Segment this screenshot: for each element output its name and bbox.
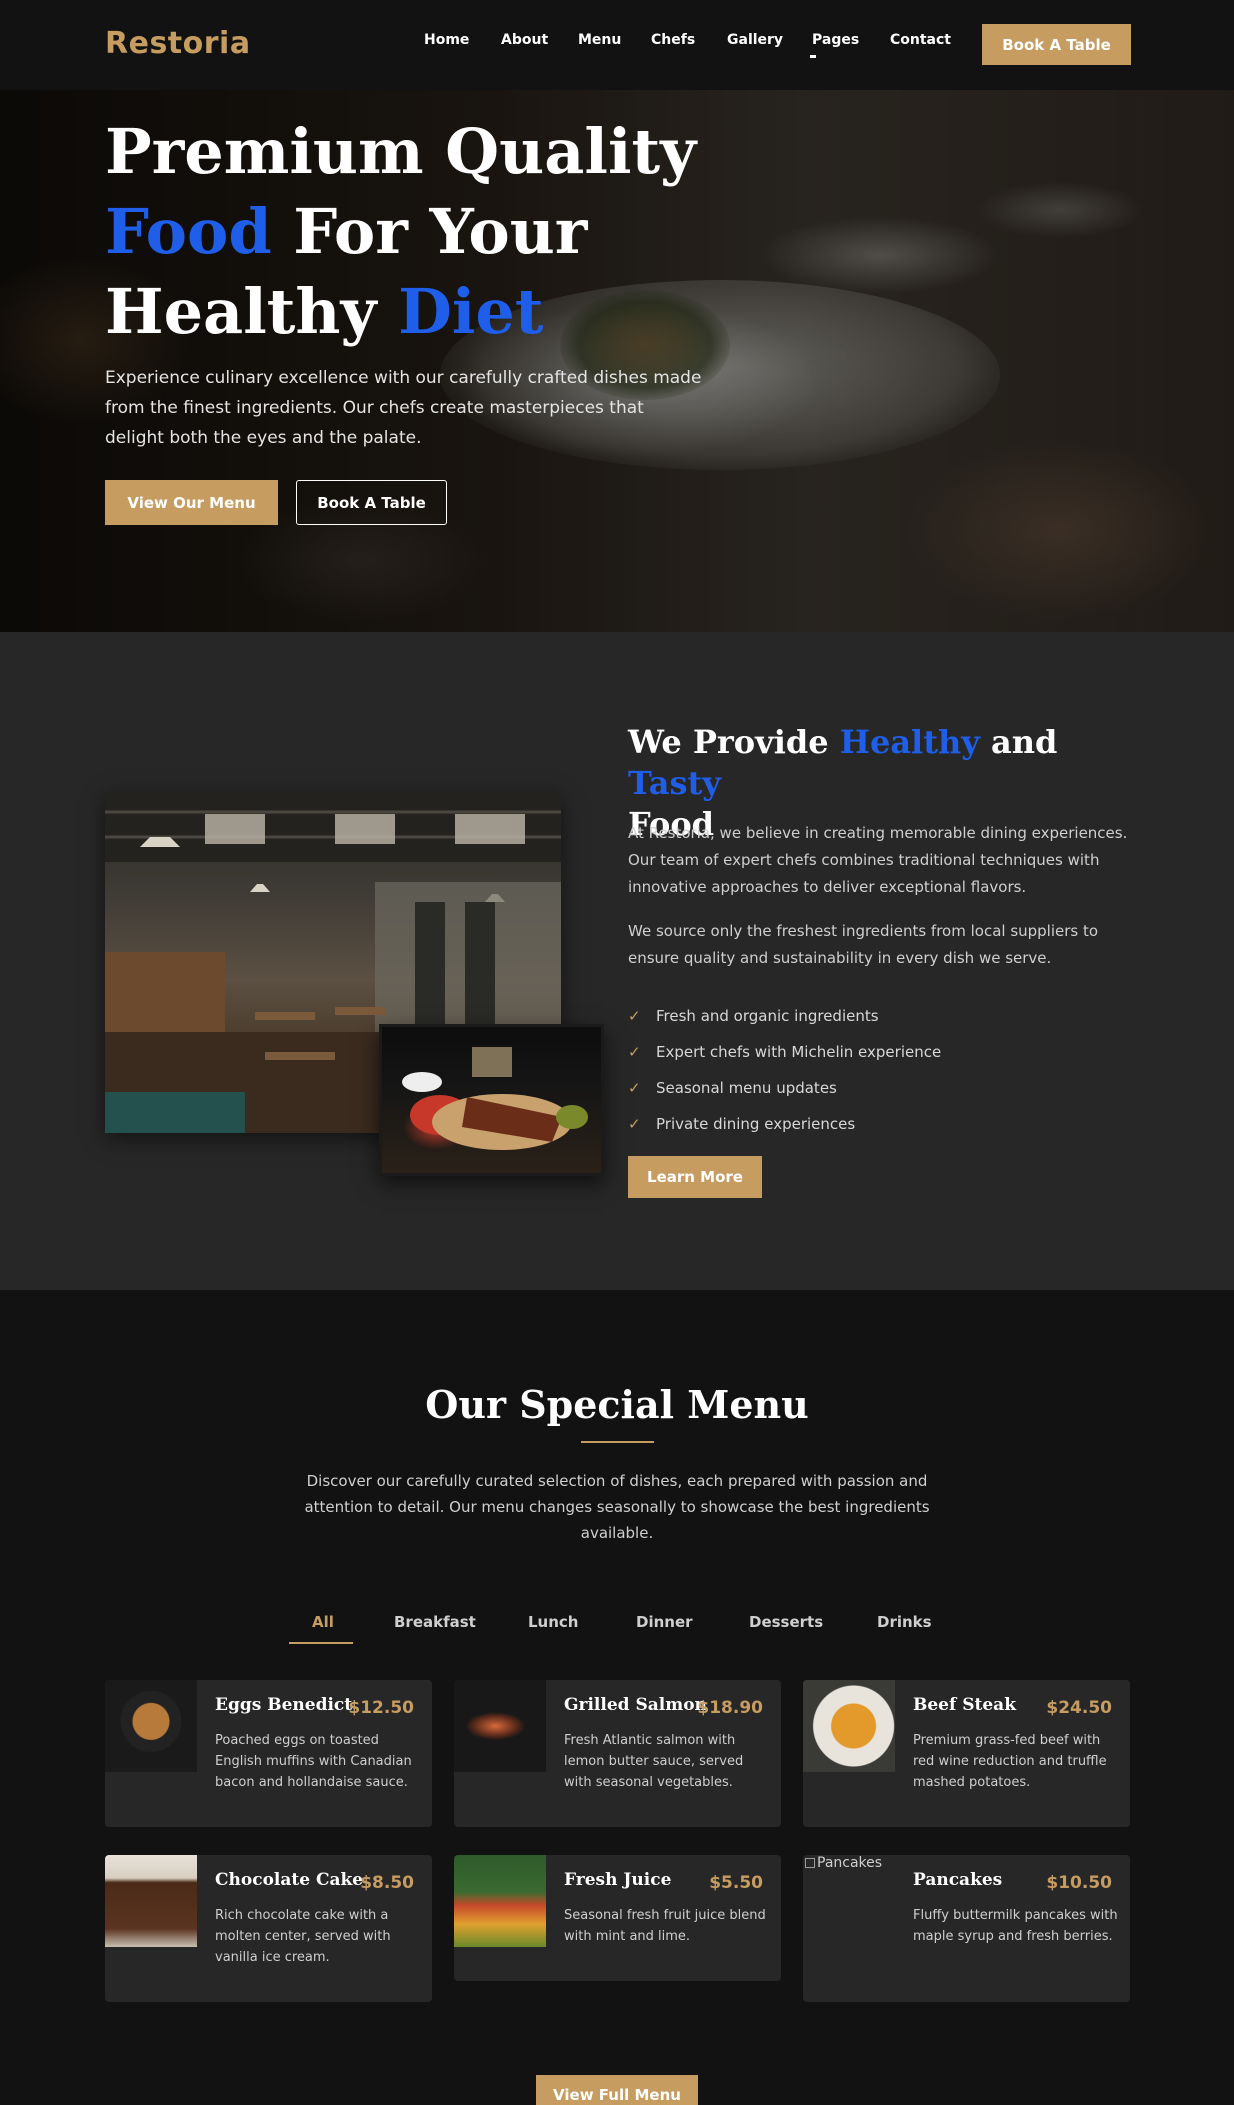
menu-item-name: Pancakes bbox=[913, 1870, 1003, 1890]
menu-item-name: Chocolate Cake bbox=[215, 1870, 364, 1890]
menu-title: Our Special Menu bbox=[425, 1382, 809, 1427]
menu-item-card[interactable]: Chocolate Cake $8.50 Rich chocolate cake… bbox=[105, 1855, 432, 2002]
menu-item-description: Premium grass-fed beef with red wine red… bbox=[913, 1733, 1107, 1790]
chocolate-cake-image bbox=[105, 1855, 197, 1947]
tab-breakfast[interactable]: Breakfast bbox=[394, 1613, 476, 1631]
nav-link-contact[interactable]: Contact bbox=[890, 32, 951, 48]
menu-item-card[interactable]: Eggs Benedict $12.50 Poached eggs on toa… bbox=[105, 1680, 432, 1827]
nav-link-gallery[interactable]: Gallery bbox=[727, 32, 783, 48]
menu-item-description: Fresh Atlantic salmon with lemon butter … bbox=[564, 1733, 744, 1790]
ribs-dish-image bbox=[379, 1024, 604, 1176]
menu-item-price: $12.50 bbox=[348, 1698, 414, 1718]
tab-desserts[interactable]: Desserts bbox=[749, 1613, 823, 1631]
grilled-salmon-image bbox=[454, 1680, 546, 1772]
menu-item-card[interactable]: Grilled Salmon $18.90 Fresh Atlantic sal… bbox=[454, 1680, 781, 1827]
top-navbar: Restoria Home About Menu Chefs Gallery P… bbox=[0, 0, 1234, 90]
hero-description: Experience culinary excellence with our … bbox=[105, 368, 702, 448]
about-paragraph-1: At Restoria, we believe in creating memo… bbox=[628, 824, 1128, 896]
menu-item-description: Poached eggs on toasted English muffins … bbox=[215, 1733, 412, 1790]
learn-more-button[interactable]: Learn More bbox=[628, 1156, 762, 1198]
menu-item-price: $18.90 bbox=[697, 1698, 763, 1718]
fresh-juice-image bbox=[454, 1855, 546, 1947]
check-icon: ✓ bbox=[628, 1115, 641, 1133]
nav-link-home[interactable]: Home bbox=[424, 32, 469, 48]
menu-item-card[interactable]: Fresh Juice $5.50 Seasonal fresh fruit j… bbox=[454, 1855, 781, 1981]
title-divider bbox=[581, 1441, 654, 1443]
menu-item-description: Fluffy buttermilk pancakes with maple sy… bbox=[913, 1908, 1118, 1944]
nav-link-chefs[interactable]: Chefs bbox=[651, 32, 695, 48]
menu-item-price: $10.50 bbox=[1046, 1873, 1112, 1893]
feature-item: ✓ Seasonal menu updates bbox=[628, 1079, 837, 1097]
menu-item-name: Grilled Salmon bbox=[564, 1695, 707, 1715]
nav-link-about[interactable]: About bbox=[501, 32, 548, 48]
hero-book-table-button[interactable]: Book A Table bbox=[296, 480, 447, 525]
features-list: ✓ Fresh and organic ingredients ✓ Expert… bbox=[628, 998, 1108, 1142]
nav-link-pages[interactable]: Pages bbox=[812, 32, 859, 48]
book-table-button[interactable]: Book A Table bbox=[982, 24, 1131, 65]
menu-description: Discover our carefully curated selection… bbox=[304, 1472, 930, 1542]
about-paragraph-2: We source only the freshest ingredients … bbox=[628, 922, 1099, 967]
tab-all[interactable]: All bbox=[312, 1613, 334, 1631]
menu-item-price: $5.50 bbox=[709, 1873, 763, 1893]
pages-dropdown-indicator bbox=[810, 55, 816, 58]
check-icon: ✓ bbox=[628, 1079, 641, 1097]
feature-item: ✓ Fresh and organic ingredients bbox=[628, 1007, 879, 1025]
feature-item: ✓ Private dining experiences bbox=[628, 1115, 856, 1133]
feature-item: ✓ Expert chefs with Michelin experience bbox=[628, 1043, 942, 1061]
tab-drinks[interactable]: Drinks bbox=[877, 1613, 932, 1631]
menu-item-description: Seasonal fresh fruit juice blend with mi… bbox=[564, 1908, 766, 1944]
nav-link-menu[interactable]: Menu bbox=[578, 32, 621, 48]
active-tab-underline bbox=[289, 1642, 353, 1644]
view-full-menu-button[interactable]: View Full Menu bbox=[536, 2075, 698, 2105]
broken-image-icon bbox=[805, 1858, 815, 1868]
eggs-benedict-image bbox=[105, 1680, 197, 1772]
menu-item-price: $24.50 bbox=[1046, 1698, 1112, 1718]
menu-item-card[interactable]: Beef Steak $24.50 Premium grass-fed beef… bbox=[803, 1680, 1130, 1827]
menu-item-name: Fresh Juice bbox=[564, 1870, 672, 1890]
view-menu-button[interactable]: View Our Menu bbox=[105, 480, 278, 525]
check-icon: ✓ bbox=[628, 1043, 641, 1061]
hero-title: Premium Quality Food For Your Healthy Di… bbox=[105, 115, 697, 348]
menu-item-description: Rich chocolate cake with a molten center… bbox=[215, 1908, 391, 1965]
pancakes-image-broken: Pancakes bbox=[803, 1855, 895, 1947]
tab-dinner[interactable]: Dinner bbox=[636, 1613, 693, 1631]
beef-steak-image bbox=[803, 1680, 895, 1772]
menu-item-price: $8.50 bbox=[360, 1873, 414, 1893]
menu-item-name: Eggs Benedict bbox=[215, 1695, 353, 1715]
tab-lunch[interactable]: Lunch bbox=[528, 1613, 579, 1631]
check-icon: ✓ bbox=[628, 1007, 641, 1025]
menu-item-name: Beef Steak bbox=[913, 1695, 1016, 1715]
menu-item-card[interactable]: Pancakes Pancakes $10.50 Fluffy buttermi… bbox=[803, 1855, 1130, 2002]
